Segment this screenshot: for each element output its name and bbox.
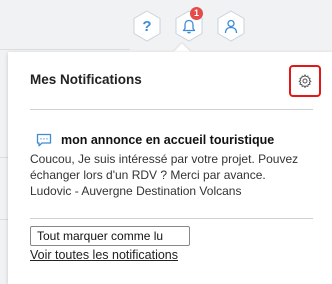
page: ​ ? 1 Mes Notifications <box>0 0 332 284</box>
notification-title[interactable]: mon annonce en accueil touristique <box>61 133 274 147</box>
notification-count-badge: 1 <box>190 7 203 20</box>
bell-icon <box>182 19 196 33</box>
panel-divider <box>30 109 313 110</box>
background-divider <box>0 219 8 220</box>
notification-body-line: Coucou, Je suis intéressé par votre proj… <box>30 152 299 166</box>
panel-title: Mes Notifications <box>30 72 142 87</box>
chat-icon <box>36 133 52 147</box>
see-all-notifications-link[interactable]: Voir toutes les notifications <box>30 248 178 262</box>
help-button[interactable]: ? <box>131 10 163 42</box>
panel-divider <box>30 218 313 219</box>
background-divider <box>0 49 130 50</box>
user-icon <box>224 19 238 33</box>
notification-body-line: échanger lors d'un RDV ? Merci par avanc… <box>30 168 266 182</box>
notification-settings-button[interactable] <box>289 65 321 97</box>
notification-body[interactable]: Coucou, Je suis intéressé par votre proj… <box>30 151 330 199</box>
notifications-panel: Mes Notifications mon annonce en accueil… <box>8 52 332 284</box>
notification-body-line: Ludovic - Auvergne Destination Volcans <box>30 184 242 198</box>
notifications-button[interactable]: 1 <box>173 7 205 42</box>
help-icon: ? <box>142 17 152 35</box>
user-button[interactable] <box>215 10 247 42</box>
background-divider <box>0 157 8 158</box>
gear-icon <box>298 74 312 88</box>
mark-all-read-button[interactable]: Tout marquer comme lu <box>30 226 190 246</box>
